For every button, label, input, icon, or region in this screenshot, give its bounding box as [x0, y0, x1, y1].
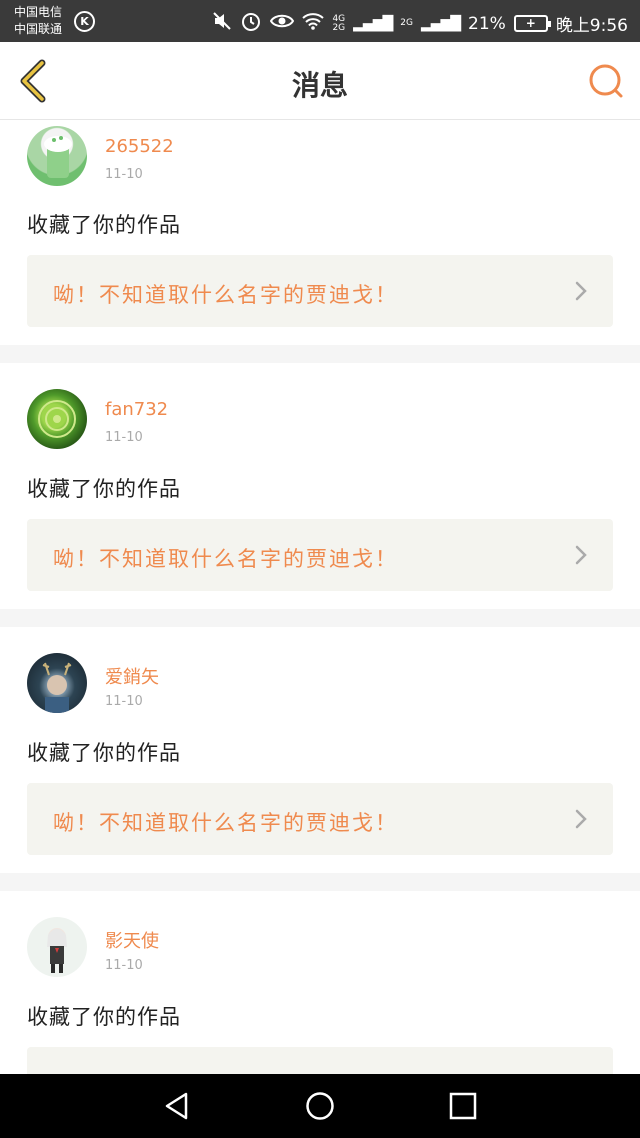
network-type: 4G 2G — [332, 13, 346, 33]
k-badge-icon: K — [74, 11, 95, 32]
username[interactable]: 265522 — [105, 136, 174, 157]
avatar[interactable] — [27, 389, 87, 449]
username[interactable]: fan732 — [105, 399, 168, 420]
system-nav-bar — [0, 1074, 640, 1138]
work-title: 呦！不知道取什么名字的贾迪戈！ — [53, 547, 398, 571]
nav-home-icon[interactable] — [305, 1091, 335, 1121]
battery-percent: 21% — [468, 13, 506, 34]
avatar[interactable] — [27, 126, 87, 186]
avatar[interactable] — [27, 653, 87, 713]
avatar[interactable] — [27, 917, 87, 977]
work-link[interactable] — [27, 1047, 613, 1074]
mute-icon — [212, 11, 232, 36]
username[interactable]: 爱銷矢 — [105, 663, 159, 689]
message-date: 11-10 — [105, 694, 143, 709]
message-card: 265522 11-10 收藏了你的作品 呦！不知道取什么名字的贾迪戈！ — [0, 121, 640, 345]
action-text: 收藏了你的作品 — [27, 1005, 181, 1029]
message-date: 11-10 — [105, 430, 143, 445]
work-title: 呦！不知道取什么名字的贾迪戈！ — [53, 283, 398, 307]
message-date: 11-10 — [105, 958, 143, 973]
header: 消息 — [0, 42, 640, 120]
alarm-icon — [240, 10, 262, 37]
nav-back-icon[interactable] — [162, 1091, 192, 1121]
network-2: 2G — [400, 18, 413, 28]
page-title: 消息 — [291, 69, 348, 102]
status-icons: 4G 2G ▂▄▆█ 2G ▂▄▆█ 21% + 晚上9:56 — [212, 10, 628, 37]
nav-recents-icon[interactable] — [448, 1091, 478, 1121]
work-link[interactable]: 呦！不知道取什么名字的贾迪戈！ — [27, 255, 613, 327]
clock: 晚上9:56 — [555, 16, 628, 36]
message-list[interactable]: 265522 11-10 收藏了你的作品 呦！不知道取什么名字的贾迪戈！ fan… — [0, 121, 640, 1074]
action-text: 收藏了你的作品 — [27, 213, 181, 237]
wifi-icon — [302, 12, 325, 35]
message-card: 爱銷矢 11-10 收藏了你的作品 呦！不知道取什么名字的贾迪戈！ — [0, 627, 640, 873]
chevron-right-icon — [575, 281, 587, 301]
carrier-info: 中国电信 中国联通 — [14, 4, 62, 38]
username[interactable]: 影天使 — [105, 927, 159, 953]
chevron-right-icon — [575, 809, 587, 829]
carrier-1: 中国电信 — [14, 5, 63, 19]
work-title: 呦！不知道取什么名字的贾迪戈！ — [53, 811, 398, 835]
message-date: 11-10 — [105, 167, 143, 182]
work-link[interactable]: 呦！不知道取什么名字的贾迪戈！ — [27, 519, 613, 591]
status-bar: 中国电信 中国联通 K 4G 2G ▂▄▆█ 2G ▂▄▆█ 21% + 晚上9… — [0, 0, 640, 42]
message-card: fan732 11-10 收藏了你的作品 呦！不知道取什么名字的贾迪戈！ — [0, 363, 640, 609]
action-text: 收藏了你的作品 — [27, 741, 181, 765]
search-icon[interactable] — [588, 63, 624, 99]
chevron-right-icon — [575, 545, 587, 565]
message-card: 影天使 11-10 收藏了你的作品 — [0, 891, 640, 1074]
signal-2-icon: ▂▄▆█ — [420, 15, 461, 32]
action-text: 收藏了你的作品 — [27, 477, 181, 501]
work-link[interactable]: 呦！不知道取什么名字的贾迪戈！ — [27, 783, 613, 855]
signal-1-icon: ▂▄▆█ — [353, 15, 393, 32]
carrier-2: 中国联通 — [14, 22, 63, 36]
eye-icon — [270, 12, 295, 35]
battery-icon: + — [513, 15, 551, 32]
